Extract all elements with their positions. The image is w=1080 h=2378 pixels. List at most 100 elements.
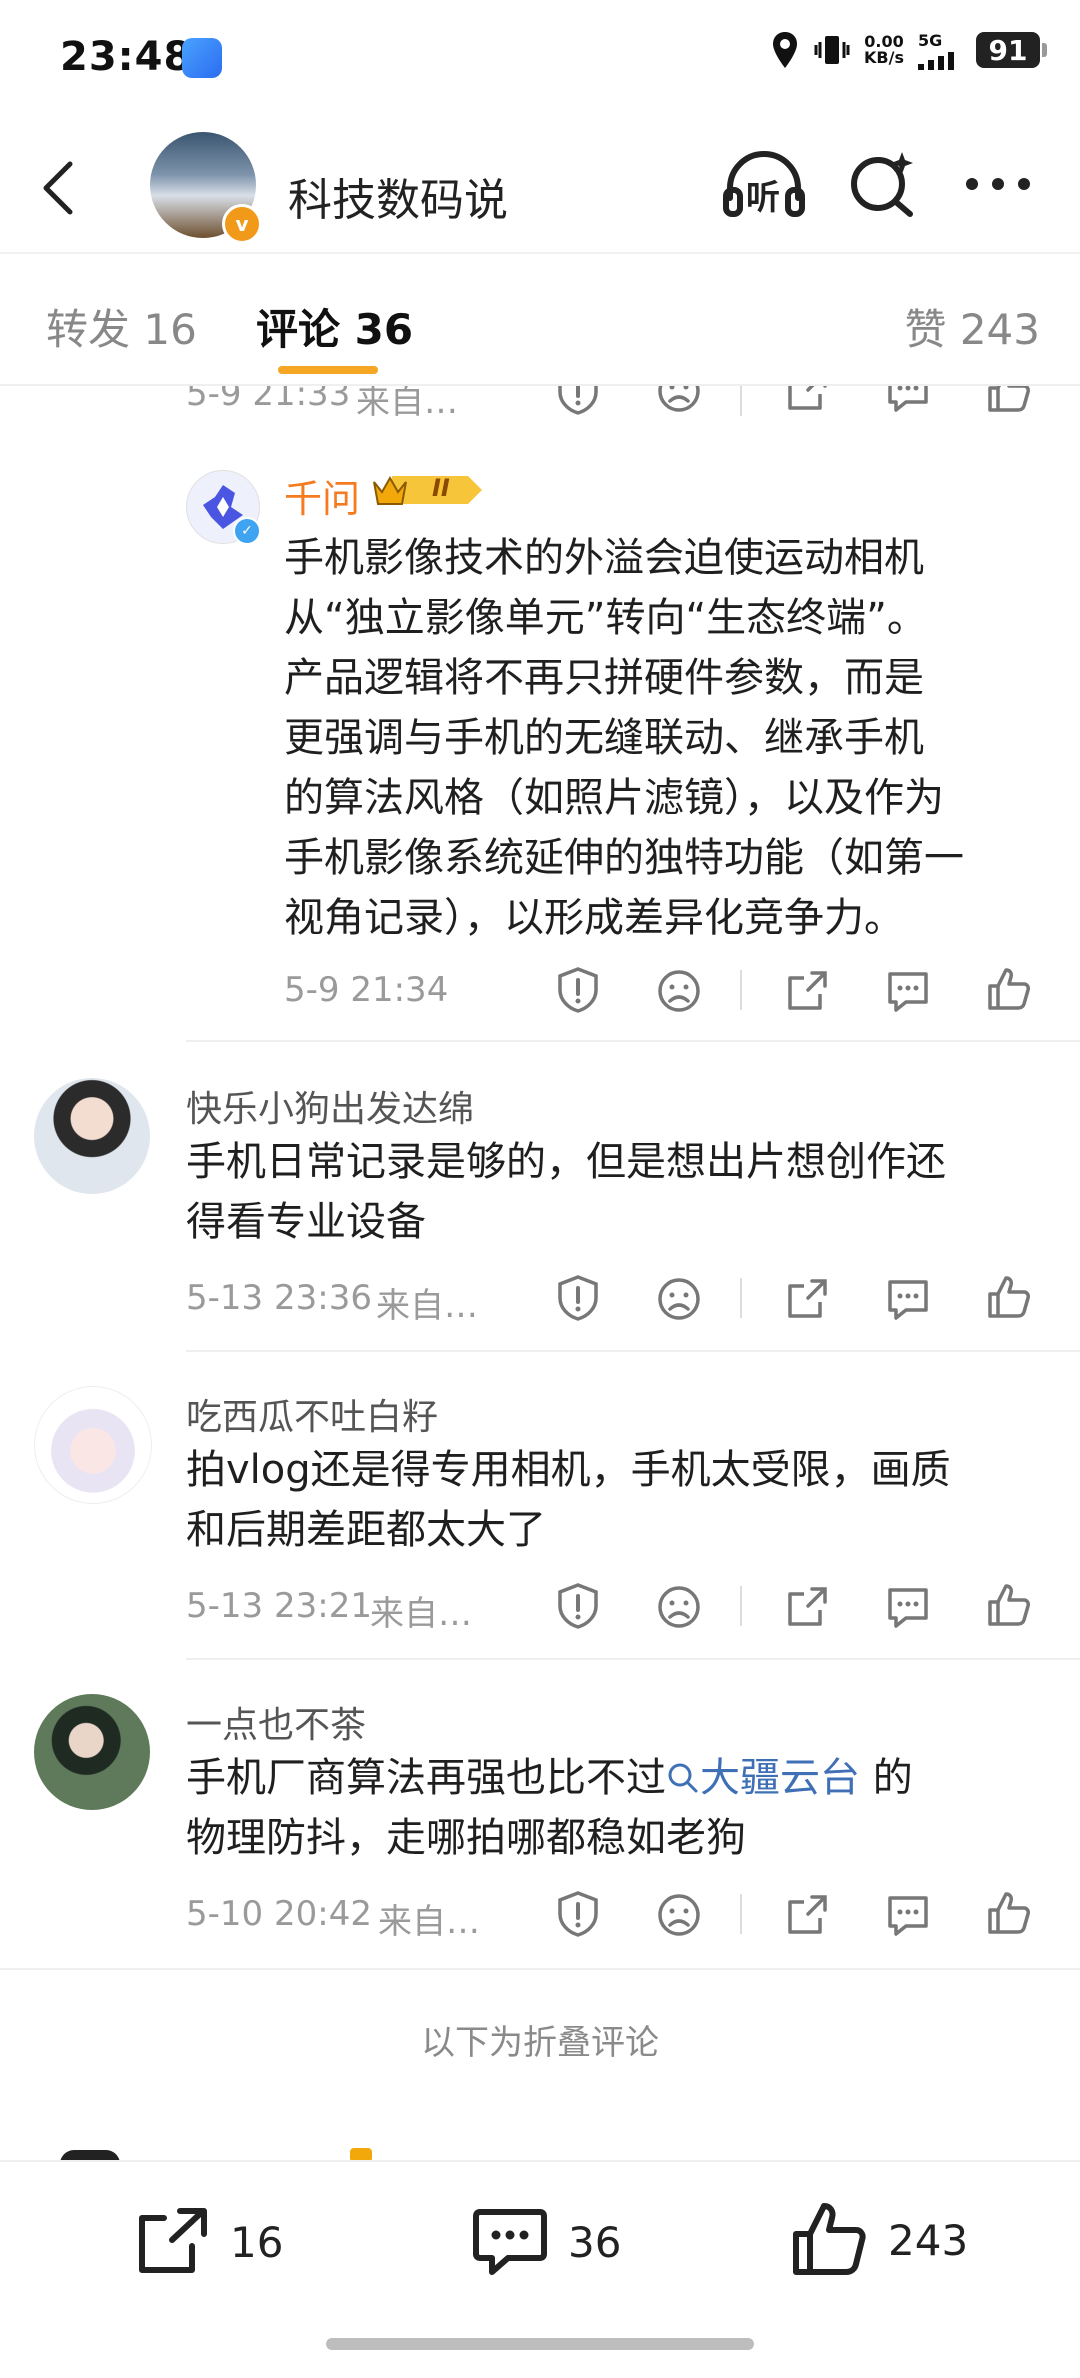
share-icon: [139, 2208, 207, 2273]
search-button[interactable]: [846, 148, 918, 220]
home-indicator[interactable]: [326, 2338, 754, 2350]
comment-time: 5-9 21:33: [186, 386, 351, 414]
comment-source: 来自…: [370, 1594, 472, 1634]
like-button[interactable]: [986, 966, 1032, 1012]
commenter-avatar[interactable]: [34, 1078, 150, 1194]
like-button[interactable]: [986, 1582, 1032, 1628]
like-count: 243: [888, 2215, 969, 2265]
share-icon: [788, 971, 827, 1010]
thumbs-up-icon: [793, 2203, 866, 2275]
comment-time: 5-13 23:21: [186, 1586, 372, 1626]
reply-button[interactable]: [884, 1892, 932, 1938]
share-button[interactable]: [784, 386, 830, 414]
verified-badge-icon: v: [222, 204, 262, 244]
report-icon: [558, 967, 598, 1013]
bottom-like-button[interactable]: 243: [790, 2200, 968, 2280]
share-icon: [788, 1279, 827, 1318]
action-divider: [740, 386, 742, 416]
comment-icon: [888, 1280, 928, 1320]
more-dots-icon: [966, 178, 1030, 190]
location-icon: [773, 32, 798, 68]
report-button[interactable]: [556, 1582, 600, 1630]
tab-repost[interactable]: 转发 16: [46, 296, 197, 357]
tab-comments[interactable]: 评论 36: [256, 296, 413, 357]
share-button[interactable]: [784, 1584, 830, 1630]
comment-time: 5-13 23:36: [186, 1278, 372, 1318]
dislike-button[interactable]: [656, 968, 702, 1014]
like-button[interactable]: [986, 1274, 1032, 1320]
listen-button[interactable]: 听: [722, 148, 806, 220]
thumbs-up-icon: [988, 1584, 1030, 1626]
share-icon: [788, 1895, 827, 1934]
comment-source: 来自…: [376, 1286, 478, 1326]
sad-face-icon: [658, 1586, 700, 1628]
share-button[interactable]: [784, 968, 830, 1014]
report-button[interactable]: [556, 966, 600, 1014]
reply-button[interactable]: [884, 968, 932, 1014]
reply-author-name[interactable]: 千问: [284, 468, 360, 523]
comment-icon: [888, 1896, 928, 1936]
comment-text: 手机厂商算法再强也比不过 大疆云台 的 物理防抖，走哪拍哪都稳如老狗: [186, 1755, 913, 1861]
reply-button[interactable]: [884, 1584, 932, 1630]
active-tab-indicator: [278, 366, 378, 374]
reply-button[interactable]: [884, 1276, 932, 1322]
search-ai-icon: [851, 152, 913, 217]
commenter-name[interactable]: 一点也不茶: [186, 1696, 366, 1748]
comment-text: 手机日常记录是够的，但是想出片想创作还 得看专业设备: [186, 1139, 946, 1245]
like-button[interactable]: [986, 386, 1032, 414]
sad-face-icon: [658, 970, 700, 1012]
dislike-button[interactable]: [656, 1276, 702, 1322]
comment-text: 拍vlog还是得专用相机，手机太受限，画质 和后期差距都太大了: [186, 1447, 951, 1553]
battery-indicator: 91: [976, 32, 1047, 68]
comment-icon: [473, 2209, 547, 2275]
comment-divider: [186, 1350, 1080, 1352]
dislike-button[interactable]: [656, 1584, 702, 1630]
thumbs-up-icon: [988, 1892, 1030, 1934]
reply-avatar[interactable]: ✓: [186, 470, 261, 545]
comment-icon: [888, 1588, 928, 1628]
thumbs-up-icon: [988, 968, 1030, 1010]
crown-level-icon: [373, 475, 482, 505]
topic-link[interactable]: 大疆云台: [666, 1755, 860, 1801]
tab-likes[interactable]: 赞 243: [904, 296, 1040, 357]
comment-time: 5-10 20:42: [186, 1894, 372, 1934]
comment-source: 来自…: [378, 1902, 480, 1942]
commenter-avatar[interactable]: [34, 1386, 152, 1504]
reply-button[interactable]: [884, 386, 932, 414]
thumbs-up-icon: [988, 1276, 1030, 1318]
report-button[interactable]: [556, 386, 600, 416]
reply-text: 手机影像技术的外溢会迫使运动相机 从“独立影像单元”转向“生态终端”。 产品逻辑…: [284, 535, 964, 941]
share-button[interactable]: [784, 1276, 830, 1322]
comment-source: 来自…: [356, 386, 458, 422]
partial-comment-meta: 5-9 21:33 来自…: [0, 386, 1080, 424]
action-divider: [740, 1586, 742, 1626]
comment-icon: [888, 386, 928, 412]
share-icon: [788, 1587, 827, 1626]
page-title: 科技数码说: [288, 175, 508, 226]
comment-divider: [186, 1040, 1080, 1042]
bottom-comment-button[interactable]: 36: [470, 2204, 621, 2280]
back-button[interactable]: [40, 160, 76, 216]
share-button[interactable]: [784, 1892, 830, 1938]
share-icon: [788, 386, 827, 410]
bottom-repost-button[interactable]: 16: [136, 2206, 283, 2278]
network-type: 5G: [918, 30, 943, 50]
report-button[interactable]: [556, 1274, 600, 1322]
commenter-name[interactable]: 吃西瓜不吐白籽: [186, 1388, 438, 1440]
dislike-button[interactable]: [656, 1892, 702, 1938]
status-icons: 0.00 KB/s 5G 91: [770, 30, 1047, 70]
folded-comments-label[interactable]: 以下为折叠评论: [0, 2015, 1080, 2064]
chevron-left-icon: [43, 161, 73, 215]
search-icon: [668, 1763, 698, 1793]
dislike-button[interactable]: [656, 386, 702, 414]
more-button[interactable]: [962, 174, 1034, 194]
commenter-avatar[interactable]: [34, 1694, 150, 1810]
action-divider: [740, 1894, 742, 1934]
report-button[interactable]: [556, 1890, 600, 1938]
commenter-name[interactable]: 快乐小狗出发达绵: [186, 1080, 474, 1132]
comment-count: 36: [568, 2217, 622, 2267]
comment-icon: [888, 972, 928, 1012]
like-button[interactable]: [986, 1890, 1032, 1936]
report-icon: [558, 1891, 598, 1937]
signal-icon: [918, 51, 954, 70]
